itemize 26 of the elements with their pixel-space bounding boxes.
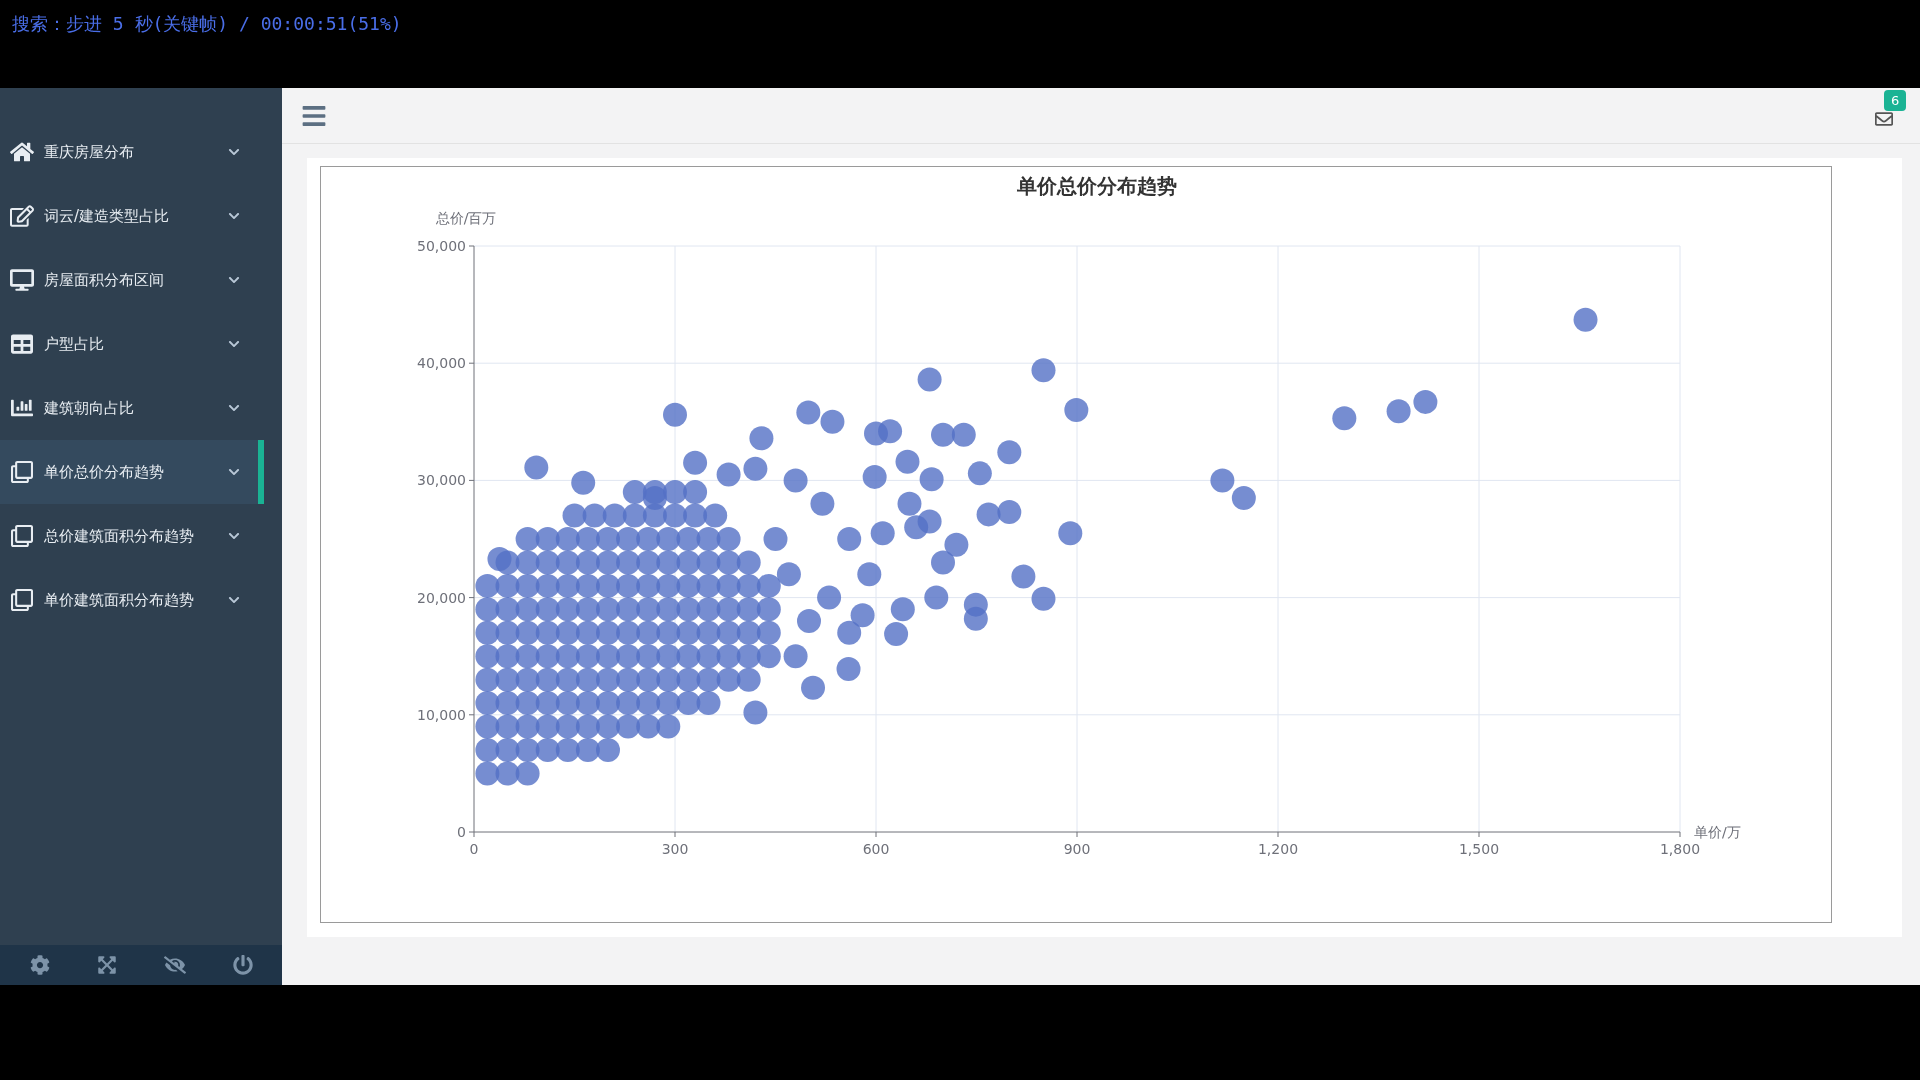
x-tick-label: 1,200 [1257,841,1299,857]
x-tick-label: 900 [1063,841,1091,857]
y-tick-label: 10,000 [417,706,466,723]
y-tick-label: 20,000 [417,589,466,606]
sidebar-item[interactable]: 单价总价分布趋势 [0,440,264,504]
sidebar-item[interactable]: 词云/建造类型占比 [0,184,264,248]
chart-title: 单价总价分布趋势 [1017,174,1177,198]
x-tick-label: 0 [469,841,479,857]
player-seek-status: 搜索：步进 5 秒(关键帧) / 00:00:51(51%) [12,13,402,34]
sidebar-item[interactable]: 单价建筑面积分布趋势 [0,568,264,632]
x-axis-label: 单价/万 [1694,824,1741,840]
notification-count: 6 [1884,89,1907,111]
x-tick-label: 300 [661,841,689,857]
sidebar-item[interactable]: 总价建筑面积分布趋势 [0,504,264,568]
y-tick-label: 0 [457,824,466,840]
y-axis-label: 总价/百万 [435,210,497,226]
sidebar-item[interactable]: 房屋面积分布区间 [0,248,264,312]
sidebar-item[interactable]: 户型占比 [0,312,264,376]
y-tick-label: 30,000 [417,472,466,489]
sidebar-item[interactable]: 重庆房屋分布 [0,120,264,184]
y-tick-label: 40,000 [417,355,466,372]
x-tick-label: 1,800 [1659,841,1701,857]
y-tick-label: 50,000 [417,238,466,254]
x-tick-label: 1,500 [1458,841,1500,857]
x-tick-label: 600 [862,841,890,857]
sidebar-item[interactable]: 建筑朝向占比 [0,376,264,440]
